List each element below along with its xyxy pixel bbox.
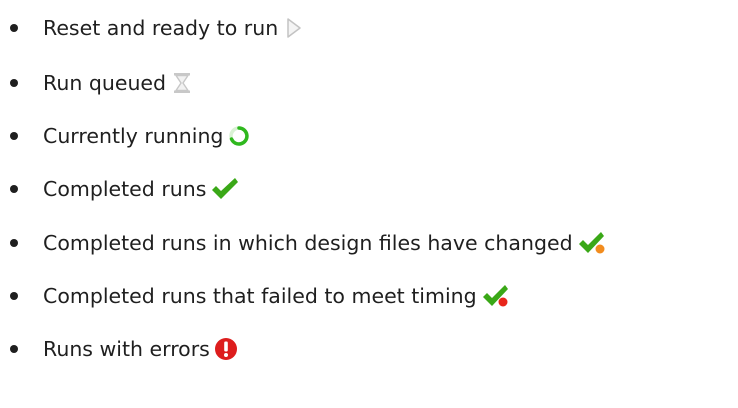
bullet [10,79,18,87]
bullet [10,132,18,140]
checkmark-orange-dot-icon [577,231,607,255]
error-exclamation-icon [214,337,238,361]
list-item-row: Reset and ready to run [43,8,306,48]
bullet [10,292,18,300]
list-item-row: Completed runs [43,169,240,209]
bullet [10,239,18,247]
bullet [10,24,18,32]
list-item-row: Run queued [43,63,194,103]
list-item-row: Completed runs that failed to meet timin… [43,276,511,316]
list-item-label: Reset and ready to run [43,16,279,40]
list-item-row: Completed runs in which design files hav… [43,223,607,263]
play-outline-icon [282,16,306,40]
checkmark-icon [210,177,240,201]
list-item-label: Completed runs in which design files hav… [43,231,573,255]
list-item-label: Runs with errors [43,337,210,361]
list-item-row: Currently running [43,116,251,156]
list-item-row: Runs with errors [43,329,238,369]
hourglass-icon [170,71,194,95]
bullet [10,185,18,193]
spinner-icon [227,124,251,148]
checkmark-red-dot-icon [481,284,511,308]
list-item-label: Completed runs [43,177,207,201]
bullet [10,345,18,353]
list-item-label: Run queued [43,71,167,95]
list-item-label: Completed runs that failed to meet timin… [43,284,477,308]
list-item-label: Currently running [43,124,224,148]
